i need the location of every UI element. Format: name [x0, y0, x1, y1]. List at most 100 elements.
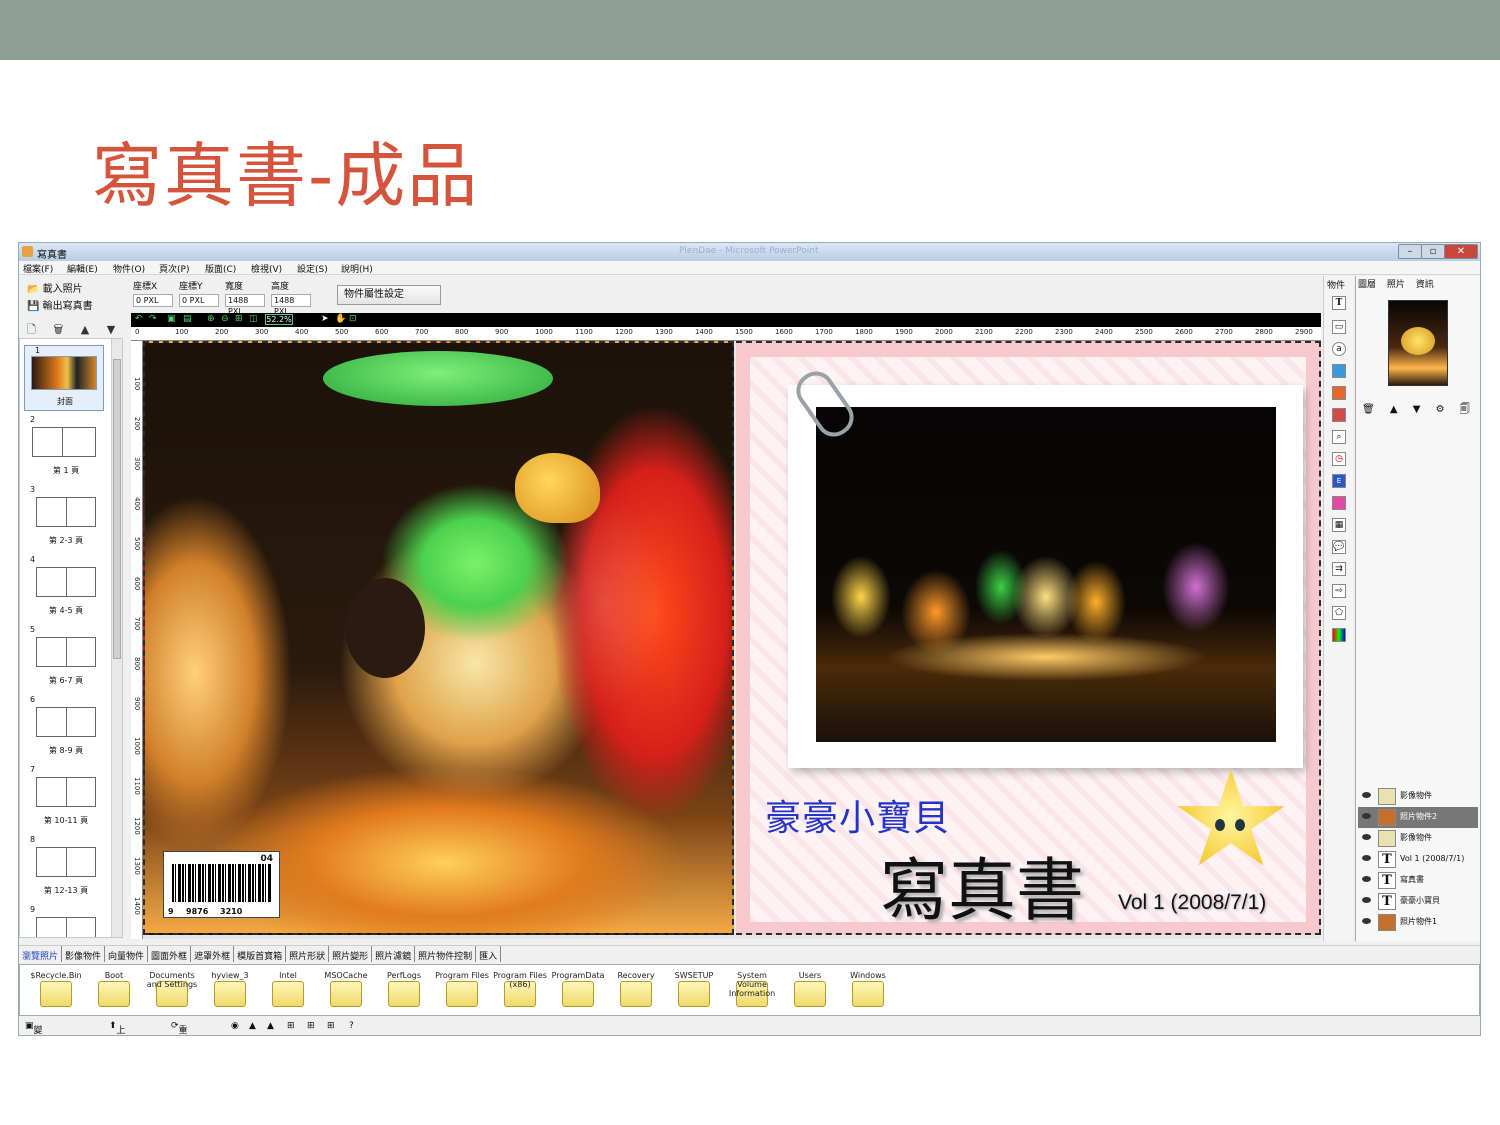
- actual-size-icon[interactable]: ◫: [249, 314, 258, 324]
- cake-icon[interactable]: [1332, 496, 1346, 510]
- visibility-eye-icon[interactable]: [1362, 855, 1371, 861]
- cover-volume-text[interactable]: Vol 1 (2008/7/1): [1118, 891, 1266, 915]
- select-icon[interactable]: ⊡: [349, 314, 357, 324]
- folder-item[interactable]: Program Files: [434, 971, 490, 1011]
- folder-item[interactable]: Intel: [260, 971, 316, 1011]
- export-book-button[interactable]: 💾 輸出寫真書: [27, 297, 93, 312]
- folder-item[interactable]: Windows: [840, 971, 896, 1011]
- fit-icon[interactable]: ⊞: [235, 314, 243, 324]
- folder-item[interactable]: Documents and Settings: [144, 971, 200, 1011]
- bottom-tab[interactable]: 向量物件: [105, 946, 149, 962]
- menu-view[interactable]: 檢視(V): [251, 262, 282, 275]
- layer-item[interactable]: T 寫真書: [1358, 870, 1478, 891]
- thumbnail-scrollbar[interactable]: [111, 339, 122, 937]
- folder-item[interactable]: Boot: [86, 971, 142, 1011]
- folder-item[interactable]: Users: [782, 971, 838, 1011]
- visibility-eye-icon[interactable]: [1362, 876, 1371, 882]
- folder-item[interactable]: ProgramData: [550, 971, 606, 1011]
- zoom-out-icon[interactable]: ⊖: [221, 314, 229, 324]
- menu-layout[interactable]: 版面(C): [205, 262, 236, 275]
- abc-tool-icon[interactable]: a: [1332, 342, 1346, 356]
- layer-tools[interactable]: 🗑 ▲ ▼ ⚙ 🗐: [1362, 402, 1476, 419]
- zoom-percent[interactable]: 52.2%: [265, 314, 293, 325]
- menu-help[interactable]: 說明(H): [341, 262, 373, 275]
- help-button[interactable]: ?: [349, 1021, 354, 1031]
- visibility-eye-icon[interactable]: [1362, 897, 1371, 903]
- folder-item[interactable]: $Recycle.Bin: [28, 971, 84, 1011]
- bottom-tab[interactable]: 影像物件: [62, 946, 106, 962]
- zoom-in-icon[interactable]: ⊕: [207, 314, 215, 324]
- view-icon[interactable]: ◉: [231, 1021, 239, 1031]
- magnify-icon[interactable]: ⌕: [1332, 430, 1346, 444]
- page-thumb[interactable]: 4 第 4-5 頁: [20, 555, 112, 623]
- page-thumb[interactable]: 2 第 1 頁: [20, 415, 112, 483]
- align-icon[interactable]: ⇉: [1332, 562, 1346, 576]
- visibility-eye-icon[interactable]: [1362, 834, 1371, 840]
- minimize-button[interactable]: –: [1398, 244, 1422, 259]
- layer-item[interactable]: 影像物件: [1358, 786, 1478, 807]
- undo-icon[interactable]: ↶: [135, 314, 143, 324]
- sort-icon[interactable]: ▲: [249, 1021, 256, 1031]
- label-tool-icon[interactable]: ▭: [1332, 320, 1346, 334]
- folder-item[interactable]: Recovery: [608, 971, 664, 1011]
- layer-item[interactable]: 影像物件: [1358, 828, 1478, 849]
- bottom-tab[interactable]: 照片濾鏡: [372, 946, 416, 962]
- visibility-eye-icon[interactable]: [1362, 918, 1371, 924]
- exif-icon[interactable]: E: [1332, 474, 1346, 488]
- height-input[interactable]: 1488 PXL: [271, 294, 311, 316]
- bottom-tab[interactable]: 模版首寶箱: [234, 946, 287, 962]
- page-thumb[interactable]: 8 第 12-13 頁: [20, 835, 112, 903]
- page-thumb[interactable]: 7 第 10-11 頁: [20, 765, 112, 833]
- page-thumb-cover[interactable]: 1 封面: [24, 345, 104, 411]
- bottom-tab[interactable]: 遮罩外框: [191, 946, 235, 962]
- bottom-tab[interactable]: 瀏覽照片: [19, 946, 63, 962]
- page-thumb[interactable]: 5 第 6-7 頁: [20, 625, 112, 693]
- width-input[interactable]: 1488 PXL: [225, 294, 265, 316]
- tab-layers[interactable]: 圖層: [1358, 280, 1376, 290]
- tab-info[interactable]: 資訊: [1416, 280, 1434, 290]
- sort-desc-icon[interactable]: ▲: [267, 1021, 274, 1031]
- shape-icon[interactable]: ⬠: [1332, 606, 1346, 620]
- arrow-icon[interactable]: ⇨: [1332, 584, 1346, 598]
- front-cover-page[interactable]: 豪豪小寶貝 寫真書 Vol 1 (2008/7/1): [736, 341, 1321, 935]
- bottom-tab[interactable]: 匯入: [476, 946, 502, 962]
- photo-tool-icon[interactable]: [1332, 386, 1346, 400]
- tab-photos[interactable]: 照片: [1387, 280, 1405, 290]
- image-tool-icon[interactable]: [1332, 364, 1346, 378]
- clock-icon[interactable]: ◷: [1332, 452, 1346, 466]
- close-button[interactable]: ✕: [1444, 244, 1478, 259]
- barcode[interactable]: 04 9 9876 3210: [163, 851, 280, 918]
- hand-icon[interactable]: ✋: [335, 314, 346, 324]
- grid-small-icon[interactable]: ⊞: [287, 1021, 295, 1031]
- load-photo-button[interactable]: 📂 載入照片: [27, 280, 83, 295]
- maximize-button[interactable]: ▫: [1421, 244, 1445, 259]
- pointer-icon[interactable]: ➤: [321, 314, 329, 324]
- calendar-icon[interactable]: ▦: [1332, 518, 1346, 532]
- visibility-eye-icon[interactable]: [1362, 792, 1371, 798]
- menu-file[interactable]: 檔案(F): [23, 262, 53, 275]
- smiling-star-icon[interactable]: [1177, 769, 1285, 866]
- bottom-tab[interactable]: 照片形狀: [286, 946, 330, 962]
- object-properties-button[interactable]: 物件屬性設定: [337, 285, 441, 305]
- menu-object[interactable]: 物件(O): [113, 262, 145, 275]
- frame-tool-icon[interactable]: [1332, 408, 1346, 422]
- up-level-button[interactable]: ⬆ 上一層: [109, 1021, 126, 1035]
- copy-icon[interactable]: ▣: [167, 314, 176, 324]
- folder-item[interactable]: SWSETUP: [666, 971, 722, 1011]
- color-grid-icon[interactable]: [1332, 628, 1346, 642]
- bottom-tab[interactable]: 圖面外框: [148, 946, 192, 962]
- visibility-eye-icon[interactable]: [1362, 813, 1371, 819]
- folder-item[interactable]: hyview_3: [202, 971, 258, 1011]
- cover-subtitle[interactable]: 豪豪小寶貝: [765, 789, 950, 841]
- coord-x-input[interactable]: 0 PXL: [133, 294, 173, 307]
- page-thumb[interactable]: 6 第 8-9 頁: [20, 695, 112, 763]
- refresh-button[interactable]: ⟳ 重新整理: [171, 1021, 188, 1035]
- back-cover-photo[interactable]: 04 9 9876 3210: [143, 341, 734, 935]
- cover-main-title[interactable]: 寫真書: [880, 835, 1084, 934]
- layer-item[interactable]: 照片物件2: [1358, 807, 1478, 828]
- page-thumb[interactable]: 9: [20, 905, 112, 937]
- text-tool-icon[interactable]: T: [1332, 296, 1346, 310]
- folder-item[interactable]: Program Files (x86): [492, 971, 548, 1011]
- folder-item[interactable]: System Volume Information: [724, 971, 780, 1011]
- folder-item[interactable]: MSOCache: [318, 971, 374, 1011]
